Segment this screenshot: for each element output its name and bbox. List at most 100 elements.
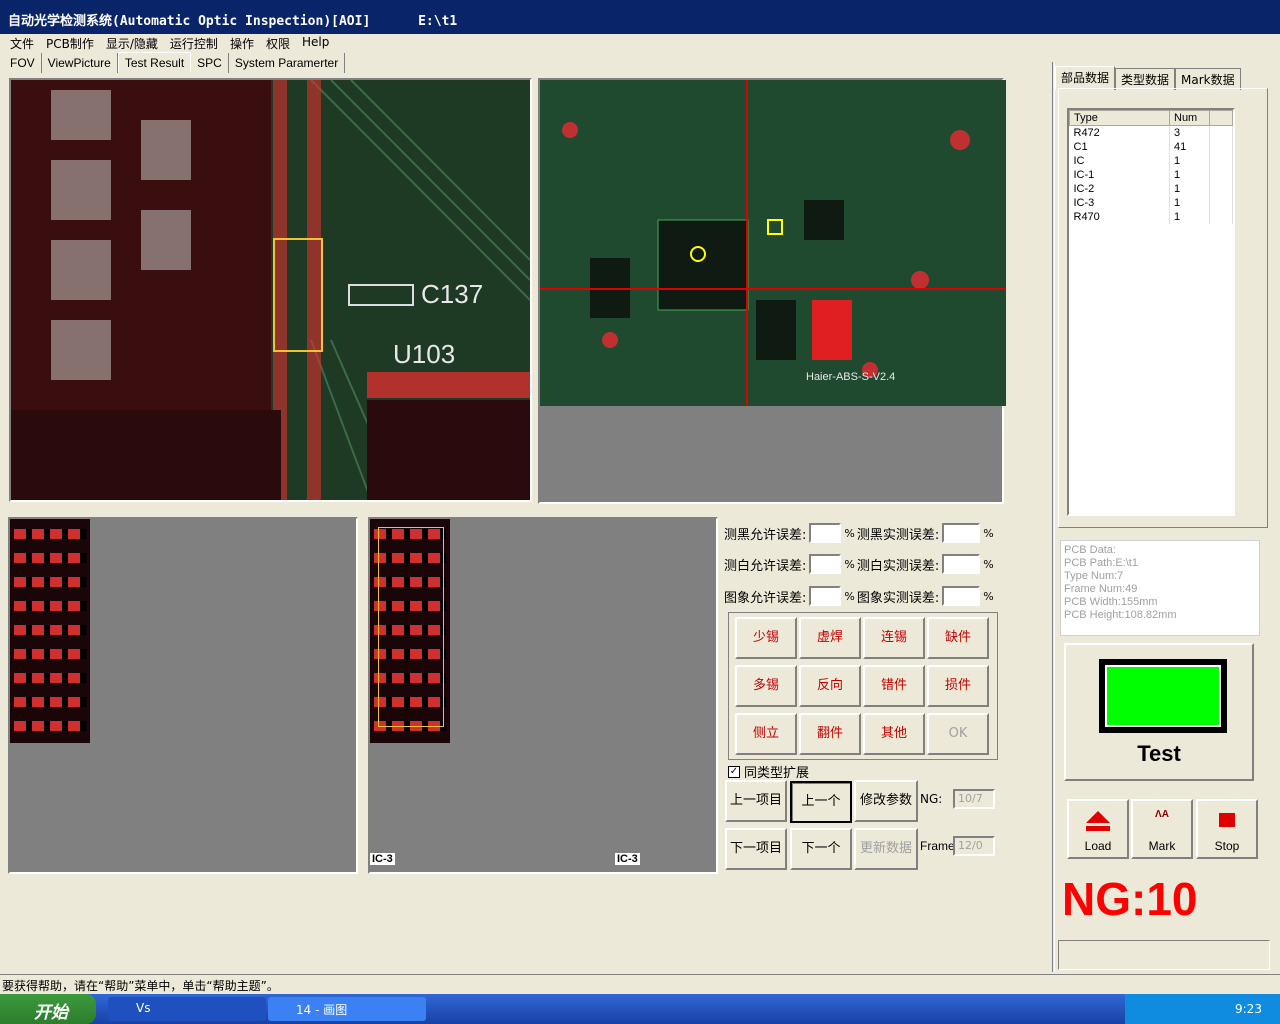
taskbar-item-vs[interactable]: Vs	[108, 997, 266, 1021]
eject-icon	[1086, 811, 1110, 831]
unit-label: %	[983, 526, 994, 540]
tab-mark-data[interactable]: Mark数据	[1175, 68, 1241, 90]
defect-insufficient-solder-button[interactable]: 少锡	[735, 617, 797, 659]
black-allow-label: 测黑允许误差:	[724, 527, 807, 543]
black-measured-label: 测黑实测误差:	[856, 527, 940, 543]
defect-cold-solder-button[interactable]: 虚焊	[799, 617, 861, 659]
next-button[interactable]: 下一个	[790, 828, 852, 870]
tab-type-data[interactable]: 类型数据	[1115, 68, 1176, 90]
tab-fov[interactable]: FOV	[4, 53, 42, 73]
table-row[interactable]: C1 41	[1069, 139, 1233, 154]
pcb-width-line: PCB Width:155mm	[1064, 596, 1158, 608]
stop-button[interactable]: Stop	[1196, 799, 1258, 859]
defect-highlight-box	[273, 238, 323, 352]
status-bar: 要获得帮助，请在“帮助”菜单中，单击“帮助主题”。	[0, 974, 1280, 993]
tab-viewpicture[interactable]: ViewPicture	[42, 53, 118, 73]
test-indicator[interactable]: Test	[1064, 643, 1254, 781]
defect-bridge-button[interactable]: 连锡	[863, 617, 925, 659]
part-type: IC-3	[1069, 195, 1170, 210]
label-u103: U103	[393, 339, 455, 369]
black-measured-input[interactable]	[942, 523, 981, 543]
white-measured-input[interactable]	[942, 554, 981, 574]
update-data-button[interactable]: 更新数据	[854, 828, 918, 870]
mark-button[interactable]: ΛA Mark	[1131, 799, 1193, 859]
white-allow-label: 测白允许误差:	[724, 558, 807, 574]
chip-image-reference	[10, 519, 90, 743]
defect-other-button[interactable]: 其他	[863, 713, 925, 755]
test-status-light	[1099, 659, 1227, 733]
ng-label: NG:	[920, 792, 943, 806]
tab-part-data[interactable]: 部品数据	[1055, 66, 1116, 90]
part-type: IC	[1069, 153, 1170, 168]
unit-label: %	[983, 557, 994, 571]
start-button[interactable]: 开始	[0, 994, 96, 1024]
part-num: 3	[1169, 125, 1210, 140]
parts-table[interactable]: Type Num R472 3 C1 41 IC 1 IC-1 1 IC-2 1 IC-3…	[1067, 108, 1235, 516]
table-row[interactable]: IC-3 1	[1069, 195, 1233, 210]
menu-view[interactable]: 显示/隐藏	[100, 34, 164, 53]
table-row[interactable]: IC-2 1	[1069, 181, 1233, 196]
defect-excess-solder-button[interactable]: 多锡	[735, 665, 797, 707]
task-label: Vs	[136, 1001, 151, 1015]
menu-operate[interactable]: 操作	[224, 34, 260, 53]
pcb-full-image[interactable]: Haier-ABS-S-V2.4	[538, 78, 1006, 504]
black-allow-input[interactable]	[809, 523, 842, 543]
image-allow-label: 图象允许误差:	[724, 590, 807, 606]
title-bar: 自动光学检测系统(Automatic Optic Inspection)[AOI…	[0, 0, 1280, 34]
start-label: 开始	[34, 1003, 68, 1023]
menu-run[interactable]: 运行控制	[164, 34, 224, 53]
table-row[interactable]: IC 1	[1069, 153, 1233, 168]
ng-count-field[interactable]: 10/7	[953, 789, 995, 809]
white-allow-input[interactable]	[809, 554, 842, 574]
board-name-label: Haier-ABS-S-V2.4	[806, 371, 895, 383]
next-item-button[interactable]: 下一项目	[725, 828, 787, 870]
menu-pcb[interactable]: PCB制作	[40, 34, 100, 53]
right-tabs: 部品数据 类型数据 Mark数据	[1055, 66, 1241, 90]
image-allow-input[interactable]	[809, 586, 842, 606]
tab-system-parameter[interactable]: System Paramerter	[229, 53, 346, 73]
menu-permission[interactable]: 权限	[260, 34, 296, 53]
splitter[interactable]	[1052, 62, 1055, 972]
defect-reversed-button[interactable]: 反向	[799, 665, 861, 707]
col-num[interactable]: Num	[1169, 110, 1210, 126]
table-row[interactable]: R470 1	[1069, 209, 1233, 224]
frame-field[interactable]: 12/0	[953, 836, 995, 856]
col-type[interactable]: Type	[1069, 110, 1170, 126]
taskbar: 开始 Vs 14 - 画图 9:23	[0, 994, 1280, 1024]
defect-wrong-part-button[interactable]: 错件	[863, 665, 925, 707]
load-label: Load	[1084, 839, 1112, 853]
task-label: 14 - 画图	[296, 1003, 348, 1017]
defect-thumbnail-reference	[8, 517, 358, 874]
tab-spc[interactable]: SPC	[191, 53, 229, 73]
label-c137: C137	[421, 279, 483, 309]
unit-label: %	[844, 589, 855, 603]
tab-test-result[interactable]: Test Result	[117, 52, 192, 72]
defect-flipped-button[interactable]: 翻件	[799, 713, 861, 755]
menu-help[interactable]: Help	[296, 34, 335, 53]
ok-button[interactable]: OK	[927, 713, 989, 755]
expand-label: 同类型扩展	[744, 766, 810, 781]
table-row[interactable]: R472 3	[1069, 125, 1233, 140]
defect-missing-button[interactable]: 缺件	[927, 617, 989, 659]
defect-tombstone-button[interactable]: 侧立	[735, 713, 797, 755]
unit-label: %	[844, 557, 855, 571]
same-type-expand[interactable]: ✓ 同类型扩展	[728, 762, 809, 781]
taskbar-item-paint[interactable]: 14 - 画图	[268, 997, 426, 1021]
pcb-zoom-image[interactable]: C137 U103	[9, 78, 532, 502]
pcb-full-graphic: Haier-ABS-S-V2.4	[540, 80, 1006, 406]
ng-count-display: NG:10	[1062, 873, 1198, 925]
prev-item-button[interactable]: 上一项目	[725, 780, 787, 822]
modify-params-button[interactable]: 修改参数	[854, 780, 918, 822]
part-num: 1	[1169, 181, 1210, 196]
expand-checkbox[interactable]: ✓	[728, 765, 740, 778]
inspection-window-box	[378, 527, 444, 727]
clock[interactable]: 9:23	[1235, 1002, 1262, 1016]
menu-file[interactable]: 文件	[4, 34, 40, 53]
defect-type-group: 少锡 虚焊 连锡 缺件 多锡 反向 错件 损件 侧立 翻件 其他 OK	[728, 612, 998, 760]
prev-button[interactable]: 上一个	[790, 781, 852, 823]
image-measured-input[interactable]	[942, 586, 981, 606]
defect-damaged-button[interactable]: 损件	[927, 665, 989, 707]
menu-bar: 文件 PCB制作 显示/隐藏 运行控制 操作 权限 Help	[0, 34, 1280, 53]
table-row[interactable]: IC-1 1	[1069, 167, 1233, 182]
load-button[interactable]: Load	[1067, 799, 1129, 859]
